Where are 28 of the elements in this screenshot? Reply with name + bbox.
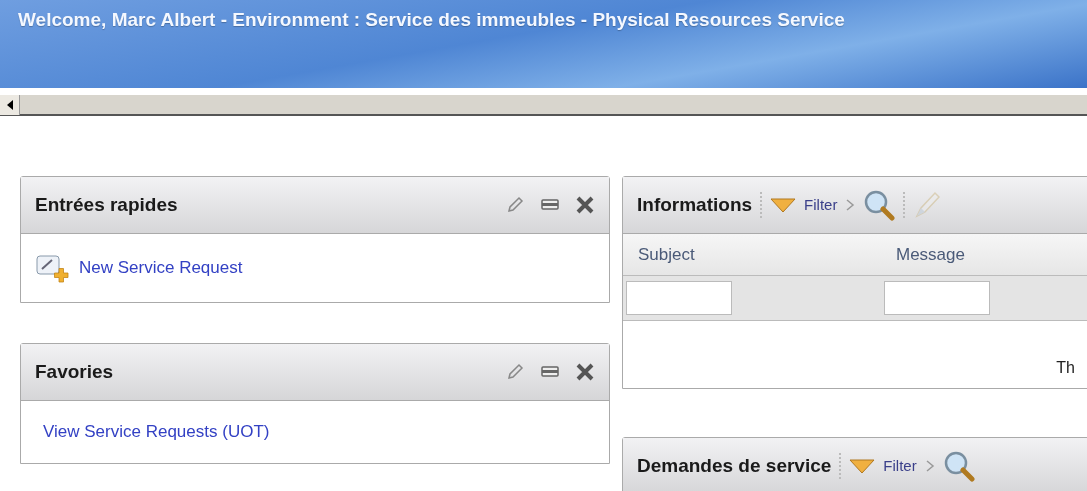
- scroll-left-button[interactable]: [0, 95, 20, 115]
- panel-title: Demandes de service: [637, 453, 832, 478]
- triangle-icon: [849, 458, 876, 474]
- column-header[interactable]: Subject: [623, 241, 881, 268]
- edit-icon[interactable]: [505, 362, 525, 382]
- close-icon[interactable]: [575, 195, 595, 215]
- left-arrow-icon: [5, 100, 14, 110]
- search-icon[interactable]: [863, 189, 896, 221]
- filter-button[interactable]: Filter: [849, 454, 917, 478]
- panel-title: Entrées rapides: [35, 192, 178, 217]
- triangle-icon: [770, 197, 797, 213]
- close-icon[interactable]: [575, 362, 595, 382]
- link[interactable]: New Service Request: [79, 255, 243, 281]
- filter-field[interactable]: [884, 281, 990, 315]
- chevron-icon: [924, 459, 935, 473]
- link[interactable]: View Service Requests (UOT): [43, 419, 270, 445]
- edit-icon[interactable]: [505, 195, 525, 215]
- minimize-icon[interactable]: [541, 366, 559, 378]
- minimize-icon[interactable]: [541, 199, 559, 211]
- table-message: Th: [1056, 358, 1075, 378]
- search-icon[interactable]: [942, 450, 975, 482]
- panel-title: Favories: [35, 359, 114, 384]
- panel-title: Informations: [637, 192, 753, 217]
- column-header[interactable]: Message: [881, 241, 965, 268]
- chevron-icon: [845, 198, 856, 212]
- window-title: Welcome, Marc Albert - Environment : Service des immeubles - Physical Resources Service: [18, 8, 845, 32]
- filter-button[interactable]: Filter: [770, 193, 838, 217]
- filter-field[interactable]: [626, 281, 732, 315]
